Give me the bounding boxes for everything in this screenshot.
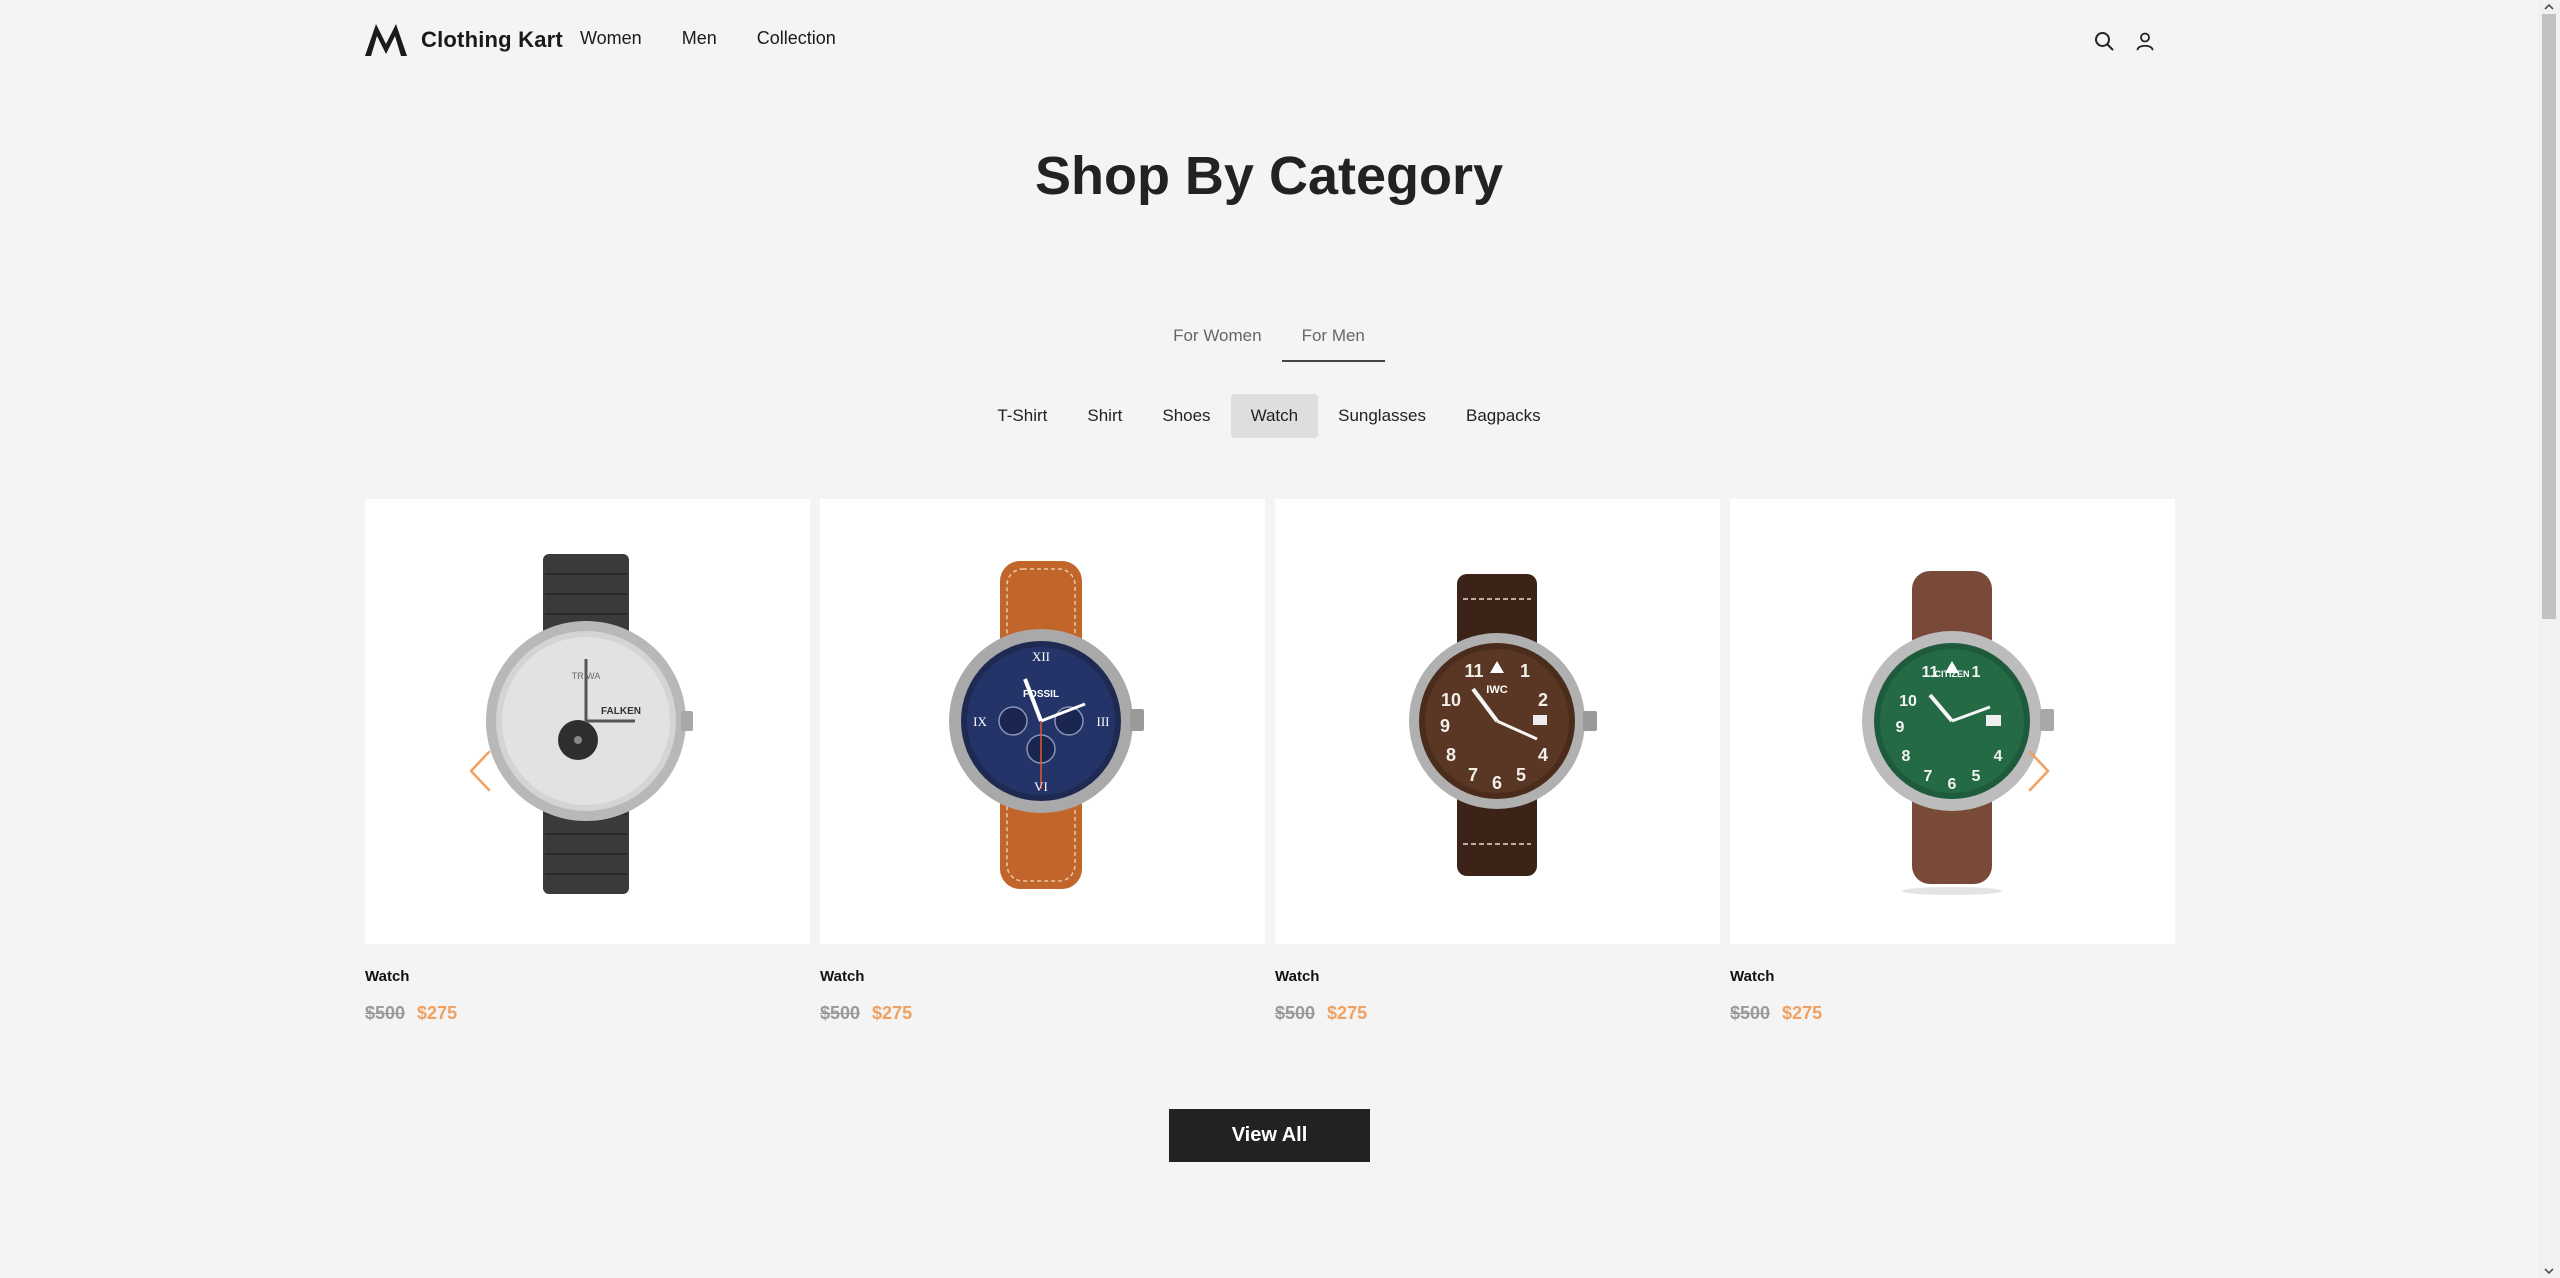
nav-link-collection[interactable]: Collection — [757, 28, 836, 49]
page-scrollbar[interactable] — [2538, 0, 2560, 1278]
tab-for-women[interactable]: For Women — [1153, 322, 1282, 362]
svg-text:5: 5 — [1516, 765, 1526, 785]
svg-text:8: 8 — [1446, 745, 1456, 765]
svg-text:9: 9 — [1440, 716, 1450, 736]
product-price: $500 $275 — [1275, 1003, 1720, 1024]
sale-price: $275 — [1327, 1003, 1368, 1023]
svg-text:FALKEN: FALKEN — [601, 706, 641, 717]
sale-price: $275 — [872, 1003, 913, 1023]
svg-text:III: III — [1097, 714, 1110, 729]
brand-name: Clothing Kart — [421, 27, 563, 52]
svg-text:1: 1 — [1520, 661, 1530, 681]
product-price: $500 $275 — [1730, 1003, 2175, 1024]
chevron-left-icon[interactable] — [465, 748, 495, 794]
svg-text:6: 6 — [1492, 773, 1502, 793]
product-image[interactable]: TRIWA FALKEN — [365, 499, 810, 944]
svg-text:5: 5 — [1972, 768, 1981, 785]
product-title[interactable]: Watch — [1730, 968, 2175, 985]
watch-image: FOSSIL XII VI IX III — [949, 561, 1144, 889]
user-icon[interactable] — [2134, 30, 2156, 52]
svg-text:11: 11 — [1464, 661, 1483, 681]
tab-for-men[interactable]: For Men — [1281, 322, 1385, 362]
svg-text:10: 10 — [1899, 693, 1917, 710]
watch-image: TRIWA FALKEN — [486, 554, 693, 894]
sale-price: $275 — [1782, 1003, 1823, 1023]
product-price: $500 $275 — [820, 1003, 1265, 1024]
svg-text:VI: VI — [1034, 779, 1048, 794]
chevron-right-icon[interactable] — [2024, 748, 2054, 794]
svg-text:XII: XII — [1032, 649, 1050, 664]
svg-text:TRIWA: TRIWA — [572, 671, 601, 681]
product-card[interactable]: 11 1 10 2 98 76 54 IWC Watch $500 $275 — [1275, 499, 1720, 1024]
svg-text:IX: IX — [973, 714, 987, 729]
old-price: $500 — [1730, 1003, 1771, 1023]
brand-logo[interactable]: Clothing Kart — [365, 24, 563, 56]
category-tshirt[interactable]: T-Shirt — [977, 394, 1067, 438]
category-sunglasses[interactable]: Sunglasses — [1318, 394, 1446, 438]
product-card[interactable]: TRIWA FALKEN Watch $500 $275 — [365, 499, 810, 1024]
svg-text:CITIZEN: CITIZEN — [1935, 669, 1970, 679]
product-image[interactable]: 11 1 10 9 87 65 4 CITIZEN — [1730, 499, 2175, 944]
scrollbar-thumb[interactable] — [2542, 14, 2556, 619]
svg-text:FOSSIL: FOSSIL — [1023, 689, 1059, 700]
nav-link-men[interactable]: Men — [682, 28, 717, 49]
product-card[interactable]: FOSSIL XII VI IX III Watch $500 $275 — [820, 499, 1265, 1024]
product-image[interactable]: 11 1 10 2 98 76 54 IWC — [1275, 499, 1720, 944]
product-title[interactable]: Watch — [1275, 968, 1720, 985]
gender-tabs: For Women For Men — [0, 322, 2538, 362]
watch-image: 11 1 109 87 65 4 CITIZEN — [1862, 571, 2054, 895]
search-icon[interactable] — [2093, 30, 2115, 52]
nav-link-women[interactable]: Women — [580, 28, 642, 49]
old-price: $500 — [820, 1003, 861, 1023]
category-watch[interactable]: Watch — [1230, 394, 1319, 438]
svg-text:4: 4 — [1994, 748, 2003, 765]
svg-text:10: 10 — [1441, 690, 1461, 710]
old-price: $500 — [365, 1003, 406, 1023]
product-price: $500 $275 — [365, 1003, 810, 1024]
sale-price: $275 — [417, 1003, 458, 1023]
old-price: $500 — [1275, 1003, 1316, 1023]
product-card[interactable]: 11 1 10 9 87 65 4 CITIZEN Watch $500 $275 — [1730, 499, 2175, 1024]
scroll-up-arrow-icon[interactable] — [2543, 2, 2555, 12]
svg-text:1: 1 — [1972, 664, 1981, 681]
product-title[interactable]: Watch — [365, 968, 810, 985]
svg-text:2: 2 — [1538, 690, 1548, 710]
category-bagpacks[interactable]: Bagpacks — [1446, 394, 1561, 438]
scroll-down-arrow-icon[interactable] — [2543, 1266, 2555, 1276]
category-filters: T-Shirt Shirt Shoes Watch Sunglasses Bag… — [0, 394, 2538, 438]
product-image[interactable]: FOSSIL XII VI IX III — [820, 499, 1265, 944]
svg-text:8: 8 — [1902, 748, 1911, 765]
m-monogram-icon — [365, 24, 407, 56]
category-shoes[interactable]: Shoes — [1142, 394, 1230, 438]
svg-text:4: 4 — [1538, 745, 1548, 765]
svg-text:7: 7 — [1468, 765, 1478, 785]
product-carousel: TRIWA FALKEN Watch $500 $275 FOSSIL XII … — [365, 499, 2175, 1039]
svg-text:9: 9 — [1896, 719, 1905, 736]
product-title[interactable]: Watch — [820, 968, 1265, 985]
page-title: Shop By Category — [1034, 146, 1504, 206]
svg-text:7: 7 — [1924, 768, 1933, 785]
svg-text:IWC: IWC — [1486, 684, 1507, 696]
view-all-button[interactable]: View All — [1169, 1109, 1370, 1162]
category-shirt[interactable]: Shirt — [1067, 394, 1142, 438]
watch-image: 11 1 10 2 98 76 54 IWC — [1409, 574, 1597, 876]
main-nav: Women Men Collection — [580, 28, 876, 49]
site-header: Clothing Kart Women Men Collection — [0, 0, 2538, 80]
svg-text:6: 6 — [1948, 776, 1957, 793]
